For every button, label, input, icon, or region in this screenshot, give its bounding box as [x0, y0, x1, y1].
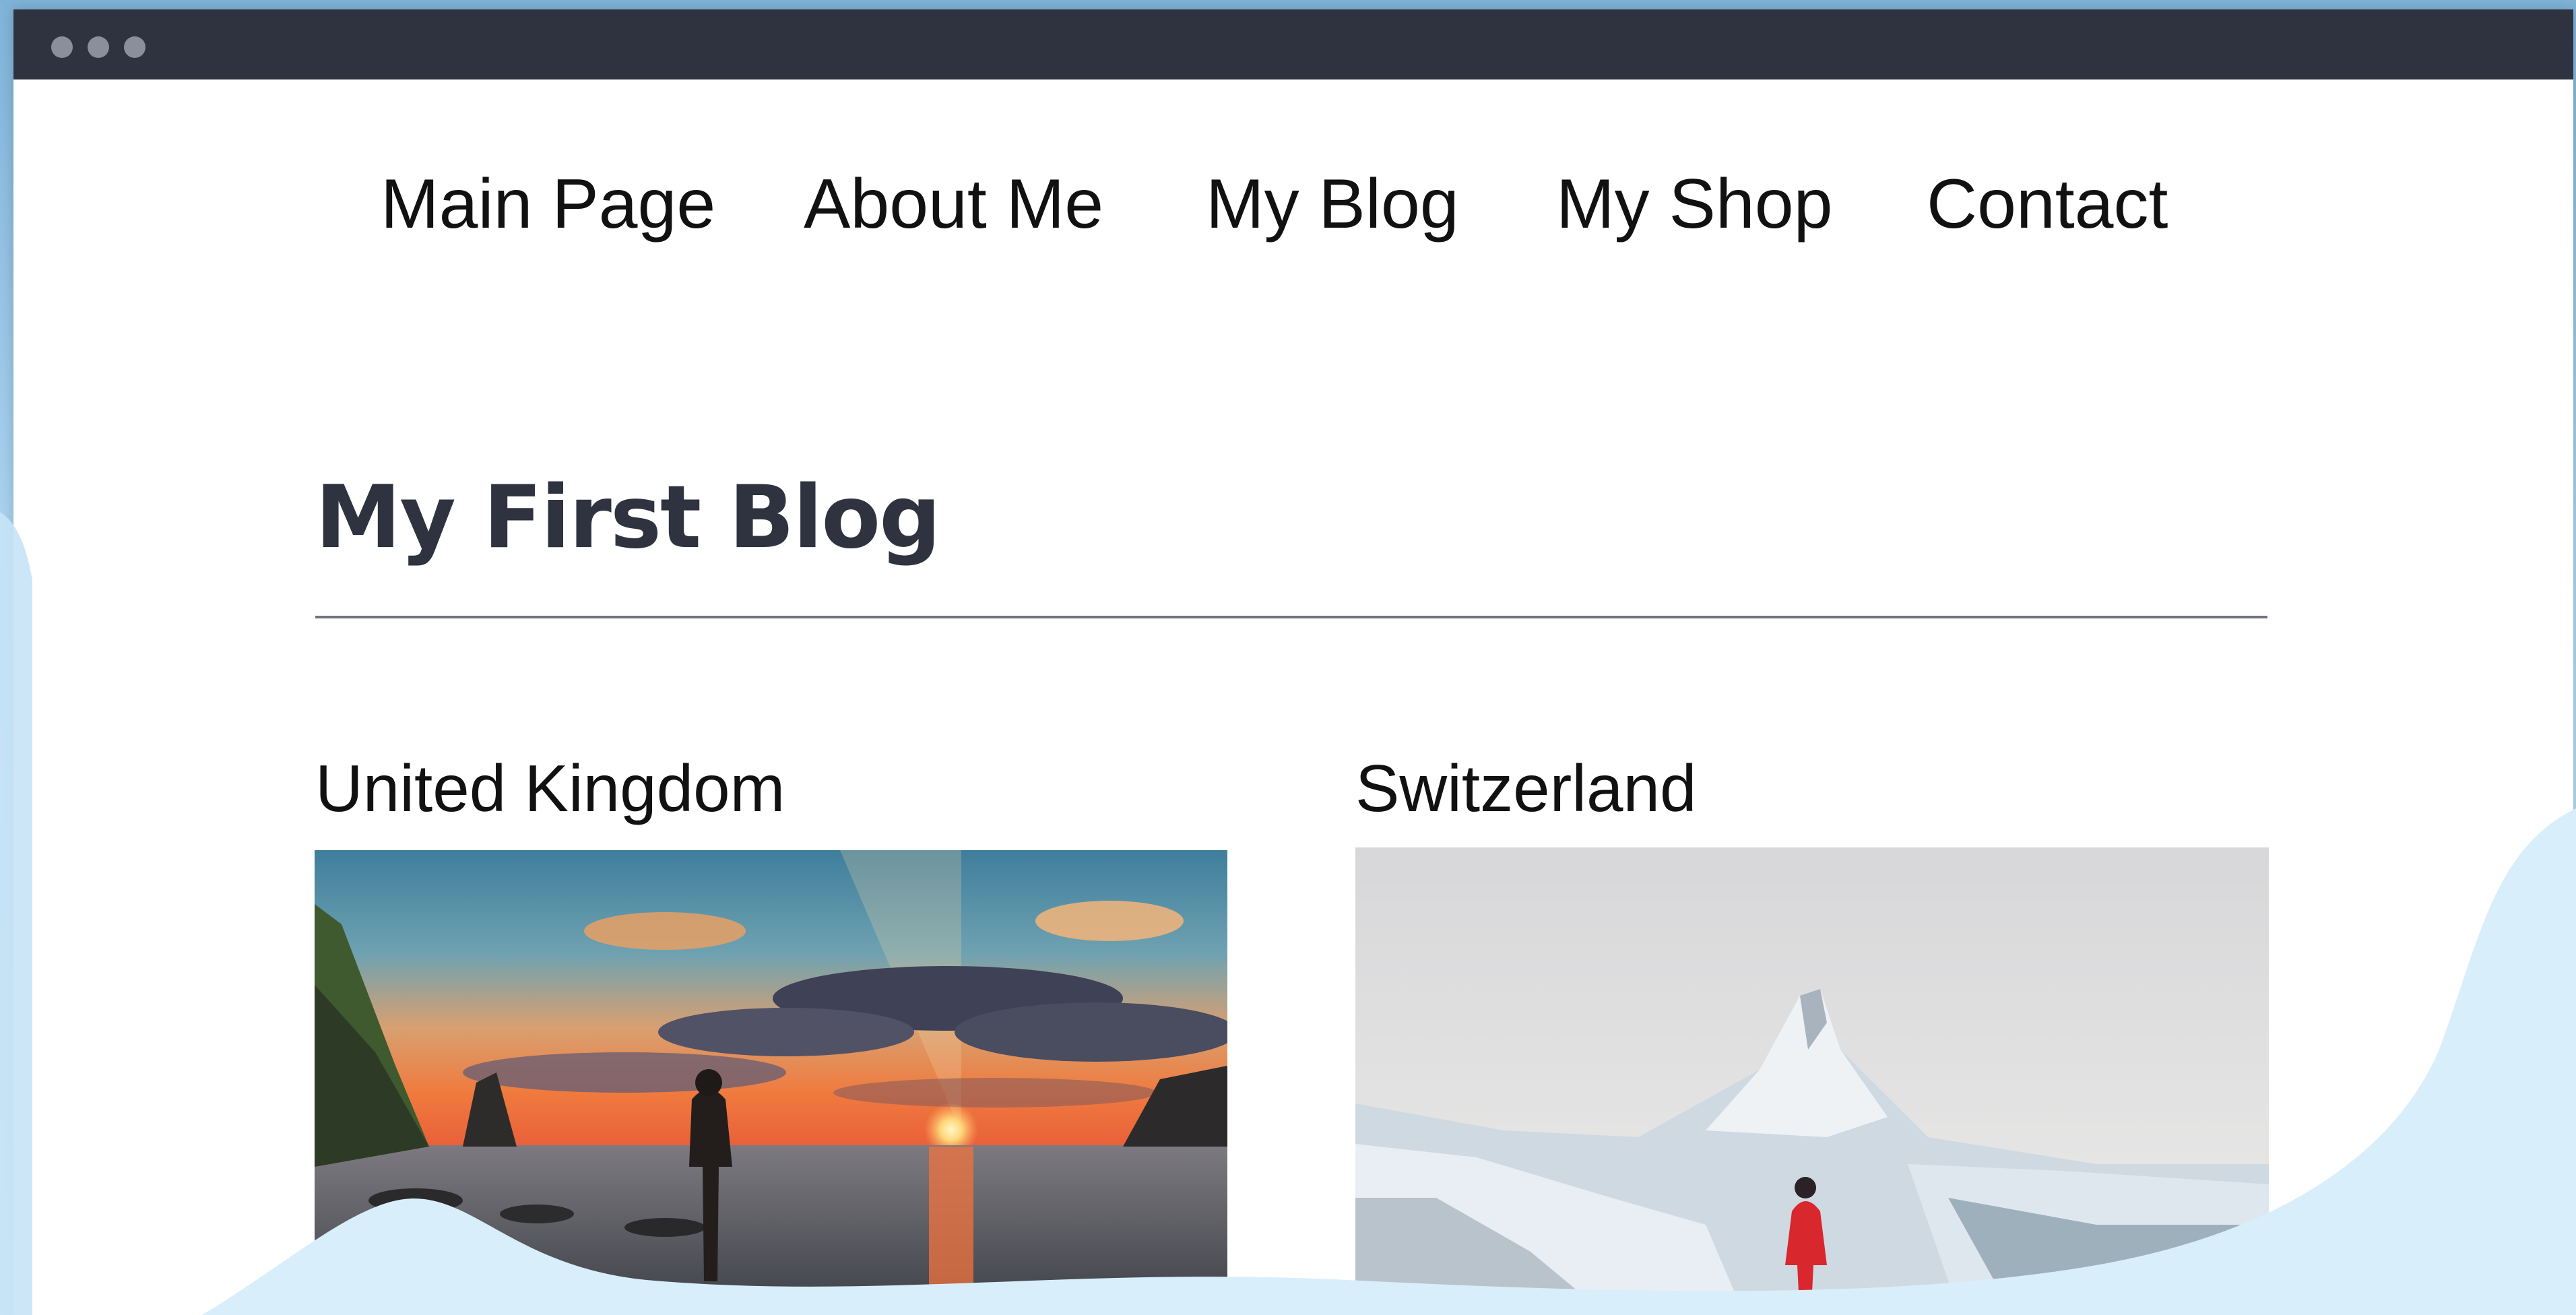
main-navigation: Main Page About Me My Blog My Shop Conta… [13, 164, 2573, 245]
post-title-united-kingdom[interactable]: United Kingdom [315, 750, 785, 827]
nav-item-my-shop[interactable]: My Shop [1556, 164, 1832, 245]
nav-item-my-blog[interactable]: My Blog [1206, 164, 1459, 245]
nav-item-main-page[interactable]: Main Page [381, 164, 715, 245]
nav-item-contact[interactable]: Contact [1927, 164, 2168, 245]
browser-window: Main Page About Me My Blog My Shop Conta… [13, 9, 2573, 1315]
sunset-coast-image [315, 850, 1227, 1315]
post-image-switzerland[interactable] [1355, 847, 2269, 1315]
post-title-switzerland[interactable]: Switzerland [1355, 750, 1697, 827]
page-title: My First Blog [315, 468, 941, 568]
post-image-united-kingdom[interactable] [315, 850, 1227, 1315]
window-titlebar [13, 9, 2573, 79]
window-dot-icon[interactable] [51, 36, 73, 58]
title-divider [315, 616, 2267, 618]
window-dot-icon[interactable] [88, 36, 109, 58]
mountain-image [1355, 847, 2269, 1315]
nav-item-about-me[interactable]: About Me [804, 164, 1103, 245]
window-dot-icon[interactable] [124, 36, 146, 58]
